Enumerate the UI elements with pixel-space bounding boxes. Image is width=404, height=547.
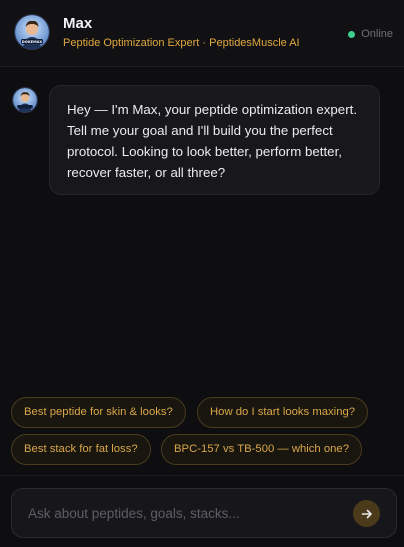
suggestion-chip[interactable]: BPC-157 vs TB-500 — which one?: [161, 434, 362, 465]
suggestion-chip[interactable]: How do I start looks maxing?: [197, 397, 369, 428]
status-label: Online: [361, 28, 393, 40]
contact-name: Max: [63, 15, 93, 32]
message-input[interactable]: [28, 489, 346, 537]
online-dot-icon: [348, 30, 356, 38]
chat-app: DOKEMAX Max Peptide Optimization Expert …: [0, 0, 404, 547]
suggestion-chip[interactable]: Best stack for fat loss?: [11, 434, 151, 465]
avatar-badge: DOKEMAX: [22, 40, 43, 44]
suggestion-chip[interactable]: Best peptide for skin & looks?: [11, 397, 186, 428]
status-indicator: Online: [348, 28, 393, 40]
assistant-message: Hey — I'm Max, your peptide optimization…: [49, 85, 380, 195]
composer: [11, 488, 397, 538]
message-avatar-image: [13, 88, 37, 112]
send-button[interactable]: [353, 500, 380, 527]
arrow-right-icon: [361, 509, 372, 518]
contact-subtitle: Peptide Optimization Expert · PeptidesMu…: [63, 37, 300, 49]
avatar[interactable]: DOKEMAX: [14, 14, 50, 50]
chat-header: DOKEMAX Max Peptide Optimization Expert …: [0, 0, 404, 67]
composer-divider: [0, 475, 404, 476]
message-avatar: [12, 87, 38, 113]
avatar-image: DOKEMAX: [15, 15, 49, 49]
